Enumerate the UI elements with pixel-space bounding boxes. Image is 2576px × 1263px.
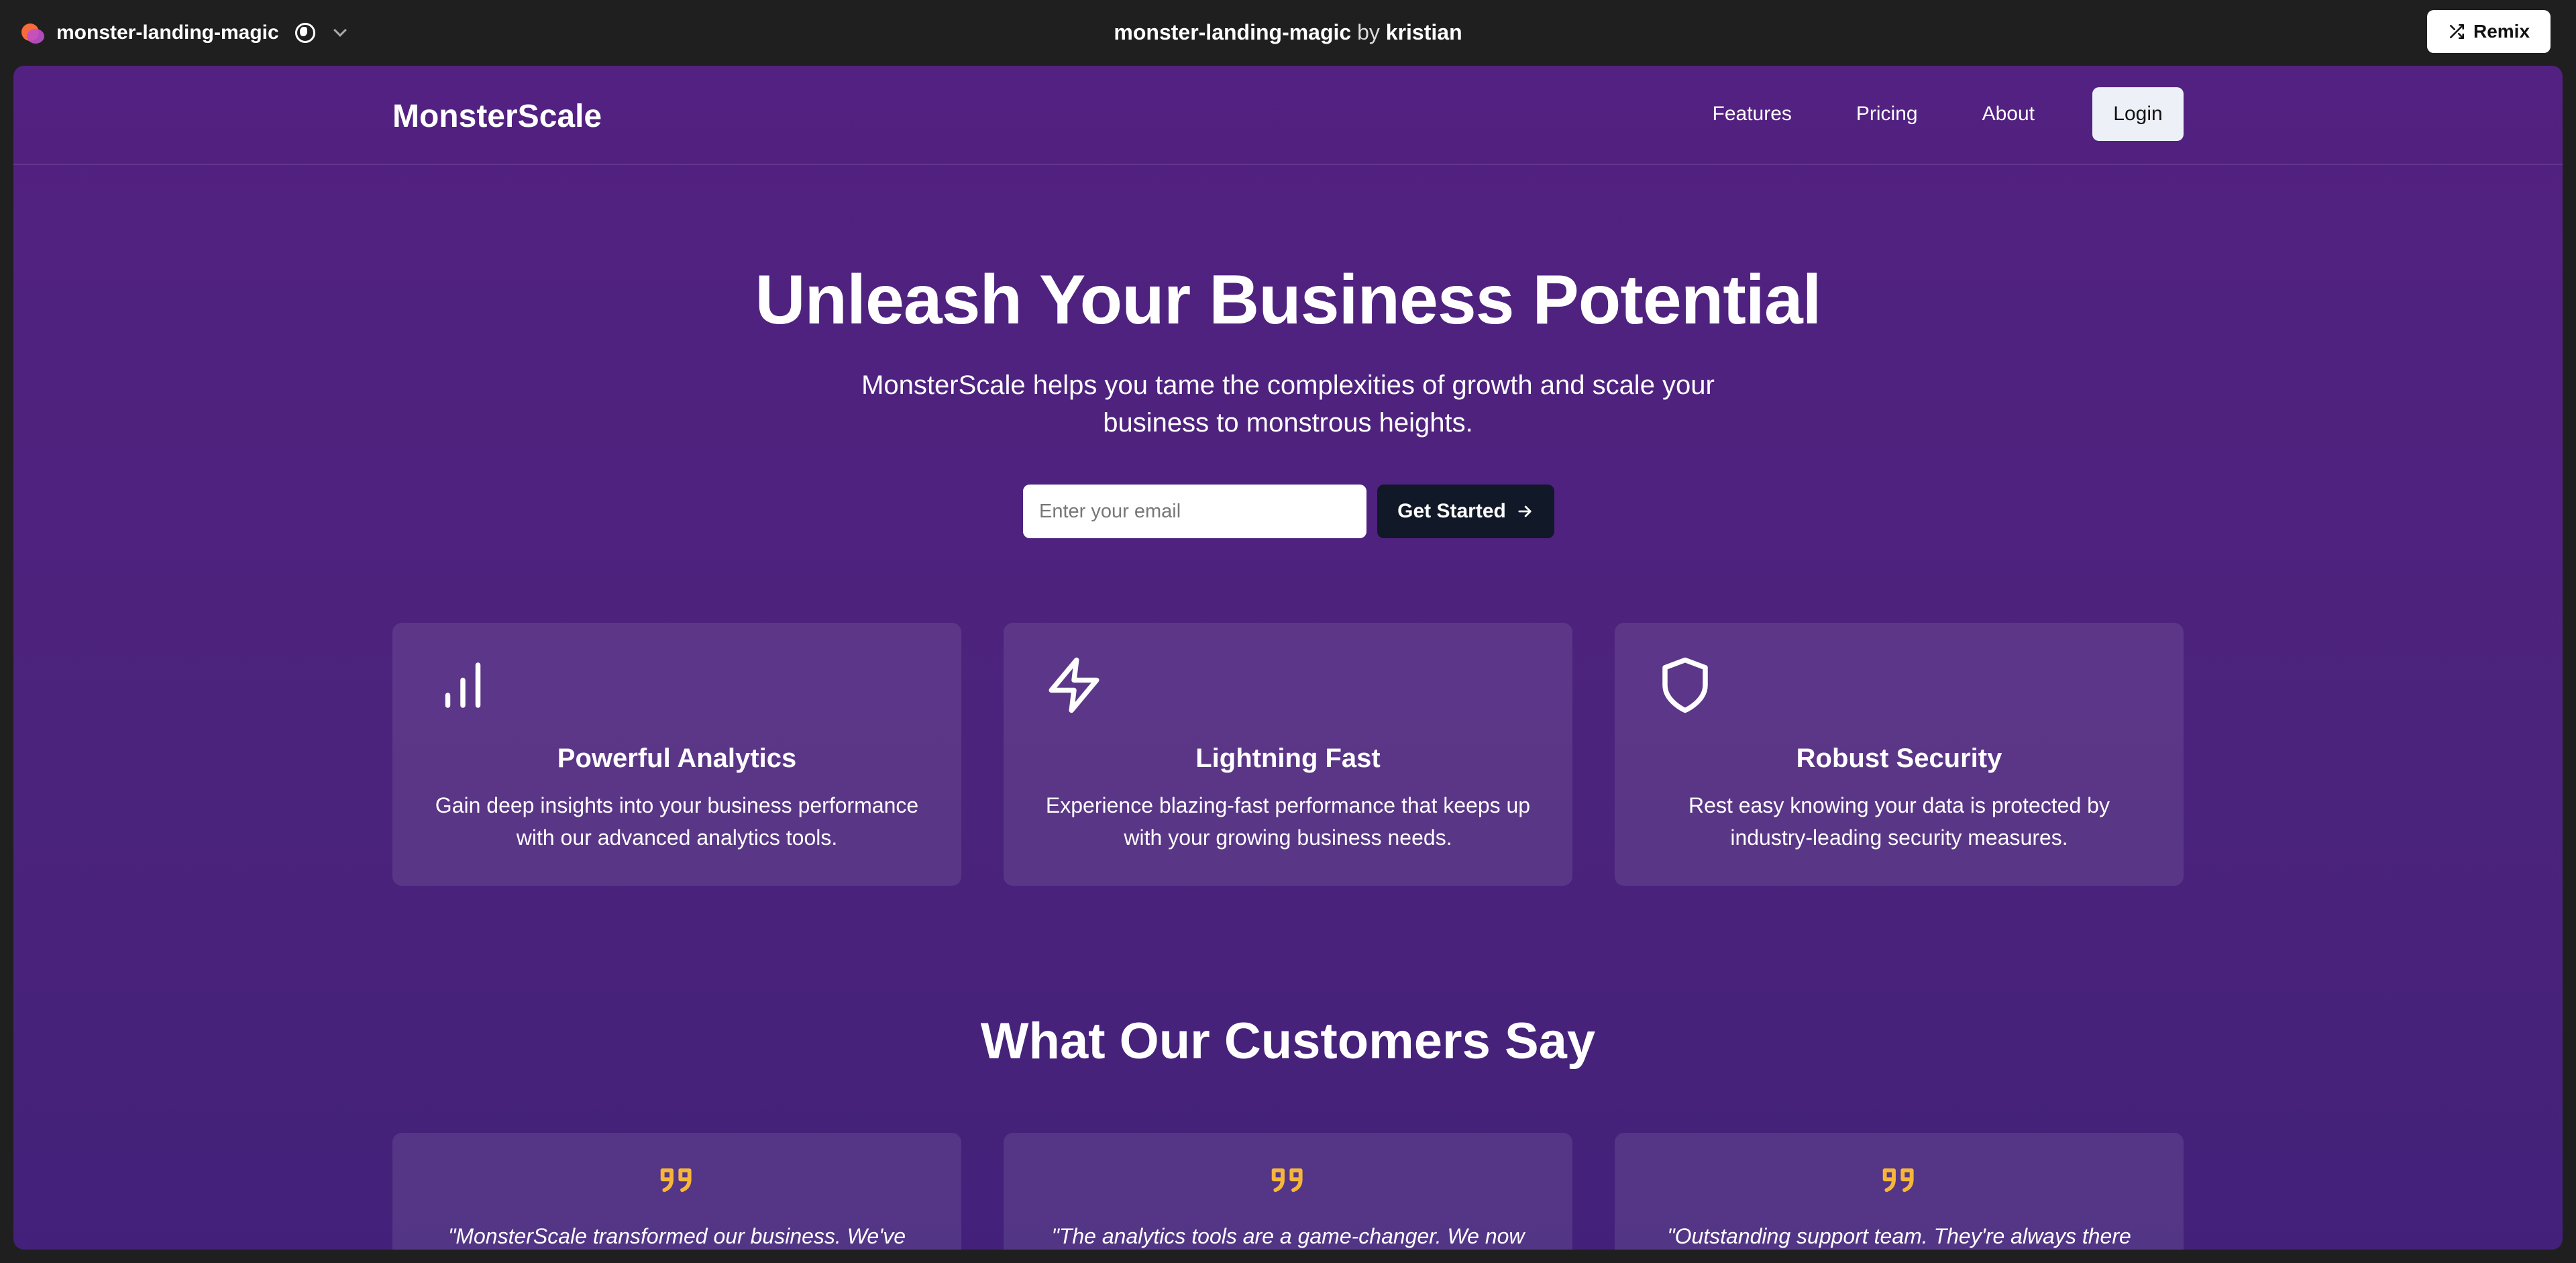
project-name[interactable]: monster-landing-magic bbox=[56, 21, 279, 44]
get-started-label: Get Started bbox=[1397, 500, 1506, 522]
testimonial-card: "MonsterScale transformed our business. … bbox=[392, 1133, 961, 1250]
project-title-by: by bbox=[1357, 20, 1380, 44]
project-switcher[interactable]: monster-landing-magic bbox=[20, 0, 347, 66]
testimonial-text: "The analytics tools are a game-changer.… bbox=[1051, 1224, 1525, 1248]
shuffle-icon bbox=[2450, 23, 2465, 40]
quote-icon bbox=[1271, 1168, 1303, 1193]
globe-icon[interactable] bbox=[294, 23, 315, 43]
feature-description: Experience blazing-fast performance that… bbox=[1045, 793, 1531, 850]
project-title: monster-landing-magic by kristian bbox=[0, 0, 2576, 66]
site-brand[interactable]: MonsterScale bbox=[392, 98, 602, 135]
shield-icon bbox=[1662, 657, 1708, 713]
bar-chart-icon bbox=[445, 662, 481, 708]
hero-subtitle: MonsterScale helps you tame the complexi… bbox=[861, 370, 1715, 438]
feature-card-security: Robust Security Rest easy knowing your d… bbox=[1615, 623, 2184, 886]
remix-button[interactable]: Remix bbox=[2427, 10, 2551, 53]
feature-card-analytics: Powerful Analytics Gain deep insights in… bbox=[392, 623, 961, 886]
feature-title: Robust Security bbox=[1796, 744, 2002, 773]
app-logo-icon bbox=[20, 21, 44, 45]
hero-title: Unleash Your Business Potential bbox=[755, 261, 1821, 339]
email-input[interactable] bbox=[1023, 485, 1366, 538]
nav-link-features[interactable]: Features bbox=[1713, 103, 1792, 125]
feature-title: Powerful Analytics bbox=[557, 744, 797, 773]
project-author: kristian bbox=[1385, 20, 1462, 44]
get-started-button[interactable]: Get Started bbox=[1377, 485, 1554, 538]
project-title-name: monster-landing-magic bbox=[1114, 20, 1352, 44]
testimonial-card: "Outstanding support team. They're alway… bbox=[1615, 1133, 2184, 1250]
remix-label: Remix bbox=[2473, 21, 2530, 42]
feature-description: Rest easy knowing your data is protected… bbox=[1688, 793, 2110, 850]
page-preview: MonsterScale Features Pricing About Logi… bbox=[13, 66, 2563, 1250]
site-navbar: MonsterScale Features Pricing About Logi… bbox=[13, 66, 2563, 165]
arrow-right-icon bbox=[1518, 505, 1532, 517]
nav-links: Features Pricing About Login bbox=[1648, 87, 2184, 141]
quote-icon bbox=[660, 1168, 692, 1193]
login-button[interactable]: Login bbox=[2092, 87, 2184, 141]
testimonial-text: "Outstanding support team. They're alway… bbox=[1667, 1224, 2131, 1248]
app-header-bar: monster-landing-magic monster-landing-ma… bbox=[0, 0, 2576, 66]
feature-card-speed: Lightning Fast Experience blazing-fast p… bbox=[1004, 623, 1572, 886]
lightning-icon bbox=[1049, 657, 1099, 713]
feature-description: Gain deep insights into your business pe… bbox=[435, 793, 919, 850]
testimonial-card: "The analytics tools are a game-changer.… bbox=[1004, 1133, 1572, 1250]
testimonials-title: What Our Customers Say bbox=[980, 1013, 1596, 1070]
nav-link-pricing[interactable]: Pricing bbox=[1856, 103, 1918, 125]
testimonial-text: "MonsterScale transformed our business. … bbox=[447, 1224, 906, 1248]
quote-icon bbox=[1882, 1168, 1914, 1193]
chevron-down-icon[interactable] bbox=[333, 23, 347, 37]
feature-title: Lightning Fast bbox=[1195, 744, 1381, 773]
nav-link-about[interactable]: About bbox=[1982, 103, 2035, 125]
